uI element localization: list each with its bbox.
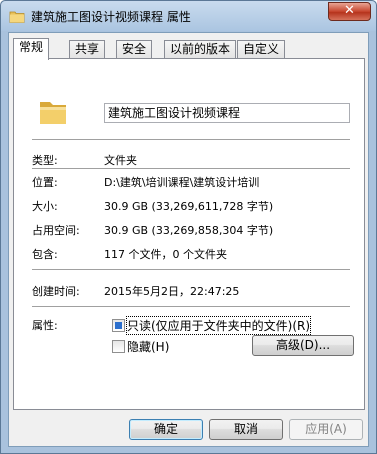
separator — [32, 139, 350, 140]
hidden-checkbox[interactable] — [112, 340, 125, 353]
size-value: 30.9 GB (33,269,611,728 字节) — [104, 200, 274, 213]
contains-label: 包含: — [32, 248, 58, 261]
hidden-label[interactable]: 隐藏(H) — [127, 338, 169, 355]
separator — [32, 306, 350, 307]
properties-window: 建筑施工图设计视频课程 属性 ✕ 常规 共享 安全 以前的版本 自定义 建筑施工… — [0, 0, 377, 454]
created-label: 创建时间: — [32, 285, 80, 298]
readonly-label[interactable]: 只读(仅应用于文件夹中的文件)(R) — [125, 316, 312, 335]
cancel-button[interactable]: 取消 — [209, 419, 283, 440]
folder-name-input[interactable]: 建筑施工图设计视频课程 — [104, 103, 350, 123]
separator — [32, 168, 350, 169]
close-button[interactable]: ✕ — [328, 2, 371, 21]
readonly-checkbox[interactable] — [112, 319, 125, 332]
title-bar[interactable]: 建筑施工图设计视频课程 属性 ✕ — [1, 1, 376, 31]
general-tab-page: 建筑施工图设计视频课程 类型: 文件夹 位置: D:\建筑\培训课程\建筑设计培… — [13, 58, 365, 410]
tab-sharing[interactable]: 共享 — [69, 40, 106, 59]
tab-customize[interactable]: 自定义 — [237, 40, 286, 59]
type-value: 文件夹 — [104, 154, 137, 167]
size-on-disk-label: 占用空间: — [32, 224, 80, 237]
advanced-button[interactable]: 高级(D)... — [252, 335, 354, 356]
tab-security[interactable]: 安全 — [116, 40, 153, 59]
attributes-label: 属性: — [32, 319, 58, 332]
size-label: 大小: — [32, 200, 58, 213]
folder-icon — [40, 102, 66, 124]
tab-general[interactable]: 常规 — [13, 38, 50, 60]
folder-icon — [9, 11, 25, 23]
apply-button[interactable]: 应用(A) — [289, 419, 363, 440]
location-label: 位置: — [32, 176, 58, 189]
tab-previous-versions[interactable]: 以前的版本 — [164, 40, 237, 59]
type-label: 类型: — [32, 154, 58, 167]
dialog-body: 常规 共享 安全 以前的版本 自定义 建筑施工图设计视频课程 类型: 文件夹 位… — [8, 32, 369, 447]
tab-strip: 常规 共享 安全 以前的版本 自定义 — [13, 38, 363, 60]
separator — [32, 269, 350, 270]
size-on-disk-value: 30.9 GB (33,269,858,304 字节) — [104, 224, 274, 237]
window-title: 建筑施工图设计视频课程 属性 — [31, 10, 191, 24]
created-value: 2015年5月2日，22:47:25 — [104, 285, 240, 298]
ok-button[interactable]: 确定 — [129, 419, 203, 440]
contains-value: 117 个文件，0 个文件夹 — [104, 248, 227, 261]
location-value: D:\建筑\培训课程\建筑设计培训 — [104, 176, 260, 189]
